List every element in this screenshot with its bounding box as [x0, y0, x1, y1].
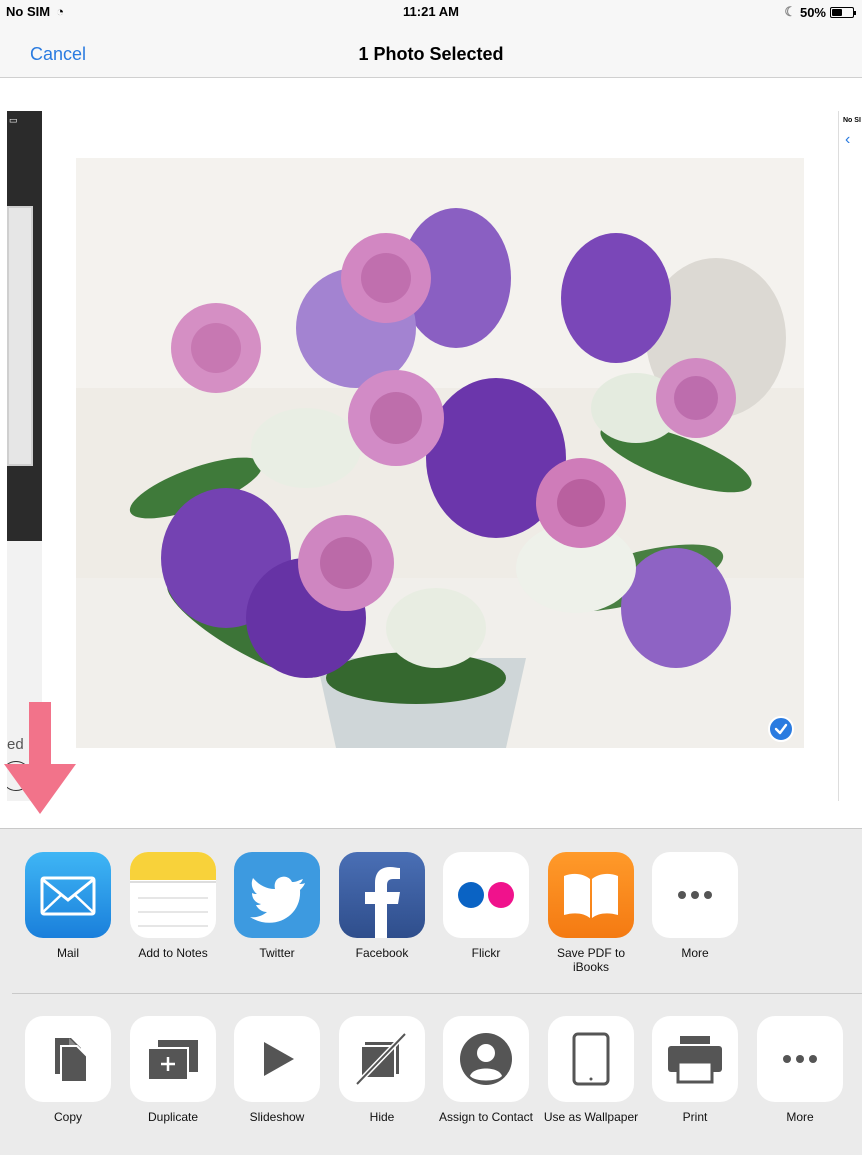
action-assign-to-contact[interactable]: Assign to Contact [434, 1016, 538, 1124]
action-print[interactable]: Print [643, 1016, 747, 1124]
ipad-icon [548, 1016, 634, 1102]
more-icon [757, 1016, 843, 1102]
share-mail[interactable]: Mail [16, 852, 120, 960]
mail-icon [25, 852, 111, 938]
side-photo-content [7, 206, 33, 466]
share-add-to-notes[interactable]: Add to Notes [121, 852, 225, 960]
share-notes-label: Add to Notes [138, 946, 208, 960]
moon-icon: ☾ [784, 4, 796, 19]
hide-icon [339, 1016, 425, 1102]
nav-bar: Cancel 1 Photo Selected [0, 24, 862, 78]
action-use-as-wallpaper[interactable]: Use as Wallpaper [539, 1016, 643, 1124]
flower-bouquet-image [76, 158, 804, 748]
action-slideshow-label: Slideshow [249, 1110, 305, 1124]
action-hide[interactable]: Hide [330, 1016, 434, 1124]
battery-status: ☾ 50% [784, 4, 856, 20]
share-save-pdf-ibooks[interactable]: Save PDF to iBooks [539, 852, 643, 974]
chevron-left-icon: ‹ [845, 131, 851, 148]
next-photo-thumbnail[interactable]: No SI ‹ [838, 111, 862, 801]
previous-photo-thumbnail[interactable]: ▭ ed [7, 111, 42, 801]
flickr-icon [443, 852, 529, 938]
battery-percent: 50% [799, 4, 826, 20]
selected-checkmark-icon[interactable] [768, 716, 794, 742]
action-duplicate-label: Duplicate [147, 1110, 199, 1124]
share-ibooks-label: Save PDF to iBooks [556, 946, 626, 974]
share-facebook-label: Facebook [355, 946, 409, 960]
battery-mini-icon: ▭ [9, 115, 18, 125]
share-more-label: More [681, 946, 709, 960]
action-slideshow[interactable]: Slideshow [225, 1016, 329, 1124]
action-contact-label: Assign to Contact [438, 1110, 534, 1124]
share-more-apps[interactable]: More [643, 852, 747, 960]
action-more-label: More [786, 1110, 814, 1124]
twitter-icon [234, 852, 320, 938]
share-flickr-label: Flickr [471, 946, 501, 960]
share-twitter[interactable]: Twitter [225, 852, 329, 960]
share-mail-label: Mail [56, 946, 79, 960]
next-photo-carrier: No SI [843, 117, 861, 124]
arrow-down-icon [4, 702, 76, 814]
status-time: 11:21 AM [403, 4, 459, 19]
action-duplicate[interactable]: Duplicate [121, 1016, 225, 1124]
duplicate-icon [130, 1016, 216, 1102]
page-title: 1 Photo Selected [358, 44, 504, 64]
contact-icon [443, 1016, 529, 1102]
share-facebook[interactable]: Facebook [330, 852, 434, 960]
action-print-label: Print [682, 1110, 708, 1124]
battery-level [832, 8, 842, 16]
play-icon [234, 1016, 320, 1102]
ibooks-icon [548, 852, 634, 938]
action-copy[interactable]: Copy [16, 1016, 120, 1124]
photo-carousel[interactable]: ▭ ed No SI ‹ [0, 78, 862, 828]
printer-icon [652, 1016, 738, 1102]
selected-photo[interactable] [76, 158, 804, 748]
row-divider [12, 993, 862, 994]
share-twitter-label: Twitter [259, 946, 295, 960]
facebook-icon [339, 852, 425, 938]
copy-icon [25, 1016, 111, 1102]
action-hide-label: Hide [369, 1110, 395, 1124]
action-more[interactable]: More [748, 1016, 852, 1124]
more-icon [652, 852, 738, 938]
share-flickr[interactable]: Flickr [434, 852, 538, 960]
notes-icon [130, 852, 216, 938]
status-bar: No SIM ◔ 11:21 AM ☾ 50% [0, 0, 862, 24]
battery-icon [830, 6, 856, 18]
action-wallpaper-label: Use as Wallpaper [543, 1110, 639, 1124]
action-copy-label: Copy [53, 1110, 82, 1124]
